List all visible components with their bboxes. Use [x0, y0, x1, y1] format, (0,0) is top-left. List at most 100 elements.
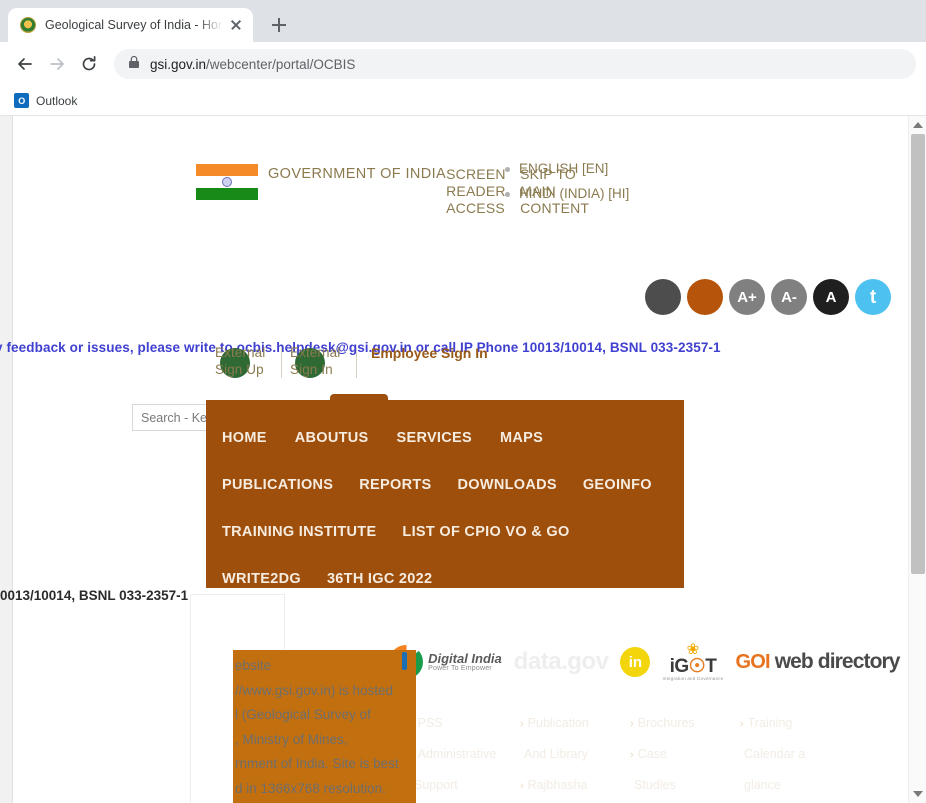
nav-item-write2dg[interactable]: WRITE2DG — [222, 571, 301, 587]
language-list: ENGLISH [EN] HINDI (INDIA) [HI] — [505, 160, 629, 210]
footer-link[interactable]: ›Administrative — [410, 739, 520, 770]
scroll-up-arrow[interactable] — [909, 116, 926, 134]
igot-flower-icon: ❀ — [686, 641, 700, 659]
theme-dark-circle[interactable] — [645, 279, 681, 315]
goi-web-directory-words: web directory — [774, 650, 901, 673]
external-sign-in[interactable]: External Sign In — [290, 344, 356, 378]
external-sign-up[interactable]: External Sign Up — [215, 344, 281, 378]
scrollbar-thumb[interactable] — [911, 134, 925, 574]
twitter-icon: t — [869, 286, 877, 308]
footer-link[interactable]: › Publication — [520, 708, 630, 739]
nav-item-downloads[interactable]: DOWNLOADS — [457, 477, 556, 493]
page-left-gutter — [0, 116, 12, 803]
goi-web-directory-logo[interactable]: GOI web directory — [735, 640, 901, 684]
browser-tab[interactable]: Geological Survey of India - Hom — [8, 8, 253, 42]
lock-icon — [128, 55, 140, 74]
footer-col-2: ›PSS ›Administrative Support Systems ›ST… — [410, 708, 520, 803]
tab-title: Geological Survey of India - Hom — [45, 18, 223, 32]
page-left-border — [12, 116, 13, 803]
nav-item-36th-igc-2022[interactable]: 36TH IGC 2022 — [327, 571, 432, 587]
page-scrollbar[interactable] — [908, 116, 926, 803]
tooltip-line: //www.gsi.gov.in) is hosted — [235, 682, 394, 698]
tooltip-line: ebsite — [235, 658, 272, 673]
nav-item-geoinfo[interactable]: GEOINFO — [583, 477, 652, 493]
nav-item-services[interactable]: SERVICES — [397, 430, 472, 446]
outlook-icon: O — [14, 93, 29, 108]
footer-link[interactable]: › Training — [740, 708, 852, 739]
twitter-circle[interactable]: t — [855, 279, 891, 315]
address-bar[interactable]: gsi.gov.in/webcenter/portal/OCBIS — [114, 49, 916, 79]
font-decrease-circle[interactable]: A- — [771, 279, 807, 315]
reload-icon[interactable] — [74, 49, 104, 79]
forward-arrow-icon[interactable] — [42, 49, 72, 79]
bookmarks-bar: O Outlook — [0, 86, 926, 116]
nav-active-notch — [330, 394, 388, 402]
scroll-down-arrow[interactable] — [909, 785, 926, 803]
nav-row-2: PUBLICATIONS REPORTS DOWNLOADS GEOINFO — [222, 461, 684, 508]
nav-row-1: HOME ABOUTUS SERVICES MAPS — [222, 414, 684, 461]
footer-link[interactable]: › Rajbhasha — [520, 770, 630, 801]
main-nav-menu: HOME ABOUTUS SERVICES MAPS PUBLICATIONS … — [206, 394, 684, 588]
external-signin-label: External Sign In — [290, 345, 341, 377]
igot-logo[interactable]: ❀ iG☉T Integration and Governance — [662, 640, 723, 684]
signin-divider-1 — [281, 348, 282, 378]
tooltip-line: , Ministry of Mines, — [235, 731, 348, 747]
search-placeholder: Search - Key — [141, 410, 214, 425]
nav-item-aboutus[interactable]: ABOUTUS — [295, 430, 369, 446]
bookmark-outlook[interactable]: O Outlook — [14, 93, 77, 108]
digital-india-title: Digital India — [428, 650, 502, 666]
new-tab-button[interactable] — [265, 11, 293, 39]
nav-item-home[interactable]: HOME — [222, 430, 267, 446]
nav-item-publications[interactable]: PUBLICATIONS — [222, 477, 333, 493]
footer-col-3: ›Publication And Library ›Rajbhasha ›Vig… — [520, 708, 630, 803]
footer-link[interactable]: › Case — [630, 739, 740, 770]
nav-item-training-institute[interactable]: TRAINING INSTITUTE — [222, 524, 376, 540]
linkedin-in-text: in — [620, 647, 651, 677]
url-text: gsi.gov.in/webcenter/portal/OCBIS — [150, 57, 355, 72]
footer-link[interactable]: › Brochures — [630, 708, 740, 739]
tab-strip: Geological Survey of India - Hom — [0, 0, 926, 42]
browser-toolbar: gsi.gov.in/webcenter/portal/OCBIS — [0, 42, 926, 86]
screen-reader-access-link[interactable]: SCREEN READER ACCESS — [446, 166, 510, 217]
theme-orange-circle[interactable] — [687, 279, 723, 315]
nav-row-4: WRITE2DG 36TH IGC 2022 — [222, 555, 684, 602]
footer-link[interactable]: Calendar a — [740, 739, 852, 770]
india-flag-icon — [196, 164, 258, 200]
back-arrow-icon[interactable] — [10, 49, 40, 79]
footer-link[interactable]: And Library — [520, 739, 630, 770]
footer-col-5: ›Training Calendar a glance › ›Worksho — [740, 708, 852, 803]
language-english[interactable]: ENGLISH [EN] — [505, 160, 629, 177]
digital-india-subtitle: Power To Empower — [428, 665, 492, 673]
tooltip-line: d in 1366x768 resolution. — [235, 780, 386, 796]
footer-link[interactable]: Support — [410, 770, 520, 801]
url-path: /webcenter/portal/OCBIS — [206, 56, 356, 72]
tooltip-line: l (Geological Survey of — [235, 707, 371, 722]
footer-link[interactable]: glance — [740, 770, 852, 801]
gsi-page: GOVERNMENT OF INDIA SCREEN READER ACCESS… — [0, 116, 926, 803]
nav-item-list-of-cpio[interactable]: LIST OF CPIO VO & GO — [402, 524, 569, 540]
igot-subtitle: Integration and Governance — [662, 676, 724, 682]
footer-link[interactable]: Studies — [630, 770, 740, 801]
footer-col-4: ›Brochures ›Case Studies ›CGPB ›e-News ›… — [630, 708, 740, 803]
tooltip-line: rnment of India. Site is best — [235, 756, 399, 771]
font-normal-circle[interactable]: A — [813, 279, 849, 315]
footer-link[interactable]: ›PSS — [410, 708, 520, 739]
url-host: gsi.gov.in — [150, 56, 207, 72]
linkedin-in-logo[interactable]: in — [620, 640, 651, 684]
language-hindi[interactable]: HINDI (INDIA) [HI] — [505, 185, 629, 202]
close-icon[interactable] — [227, 16, 245, 34]
page-viewport: GOVERNMENT OF INDIA SCREEN READER ACCESS… — [0, 116, 926, 803]
browser-window: Geological Survey of India - Hom gsi.gov… — [0, 0, 926, 803]
ashoka-chakra-icon — [222, 177, 232, 187]
bookmark-label: Outlook — [36, 93, 78, 108]
datagov-ghost-text: data.gov — [513, 648, 609, 675]
external-signup-label: External Sign Up — [215, 345, 266, 377]
accessibility-circles: A+ A- A t — [645, 279, 891, 315]
signin-divider-2 — [356, 348, 357, 378]
font-increase-circle[interactable]: A+ — [729, 279, 765, 315]
nav-item-maps[interactable]: MAPS — [500, 430, 543, 446]
nav-item-reports[interactable]: REPORTS — [359, 477, 431, 493]
disclaimer-tooltip: ebsite //www.gsi.gov.in) is hosted l (Ge… — [233, 650, 416, 803]
datagov-ghost-logo[interactable]: data.gov — [514, 640, 609, 684]
employee-sign-in[interactable]: Employee Sign In — [371, 344, 488, 363]
